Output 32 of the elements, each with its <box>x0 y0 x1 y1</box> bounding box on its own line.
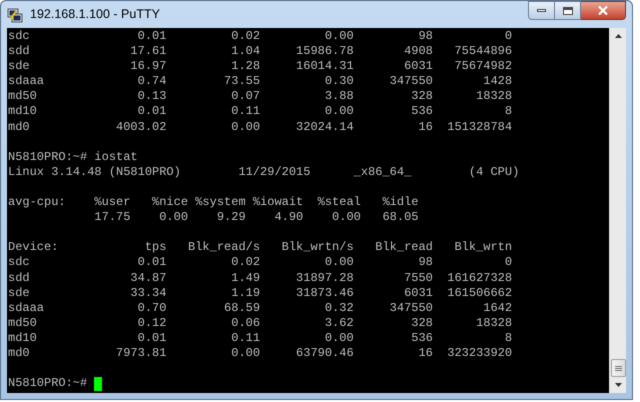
terminal-cursor <box>94 376 102 391</box>
terminal-prompt: N5810PRO:~# <box>8 376 88 392</box>
terminal-output-line: sdd 34.87 1.49 31897.28 7550 161627328 <box>8 270 512 284</box>
terminal-output-line: 17.75 0.00 9.29 4.90 0.00 68.05 <box>93 210 418 224</box>
terminal-output-line: md50 0.12 0.06 3.62 328 18328 <box>8 316 512 330</box>
scroll-up-icon[interactable] <box>614 34 622 38</box>
scroll-down-icon[interactable] <box>614 383 622 387</box>
terminal-output-line: Device: tps Blk_read/s Blk_wrtn/s Blk_read Blk_wrtn <box>8 240 512 254</box>
close-button[interactable] <box>581 1 626 20</box>
terminal-app-icon <box>7 6 23 22</box>
terminal-output-line: sdc 0.01 0.02 0.00 98 0 <box>8 29 512 43</box>
terminal-command-line: N5810PRO:~# iostat <box>8 150 138 164</box>
scrollbar-thumb[interactable] <box>610 359 626 377</box>
maximize-icon <box>562 6 572 14</box>
terminal-output-line: avg-cpu: %user %nice %system %iowait %steal %idle <box>8 195 418 210</box>
terminal-output-line: md50 0.13 0.07 3.88 328 18328 <box>8 89 512 104</box>
terminal-output-line: sdaaa 0.70 68.59 0.32 347550 1642 <box>8 300 512 315</box>
maximize-button[interactable] <box>555 1 581 20</box>
terminal-output-line: Linux 3.14.48 (N5810PRO) 11/29/2015 _x86_64_ (4 CPU) <box>8 164 520 179</box>
terminal-output-line: sdaaa 0.74 73.55 0.30 347550 1428 <box>8 74 512 88</box>
close-icon <box>598 6 608 15</box>
window-title: 192.168.1.100 - PuTTY <box>30 6 160 24</box>
terminal-output-line: md0 4003.02 0.00 32024.14 16 151328784 <box>8 120 512 134</box>
minimize-button[interactable] <box>528 1 555 20</box>
terminal-output-line: md10 0.01 0.11 0.00 536 8 <box>8 330 512 345</box>
terminal-output-line: sdc 0.01 0.02 0.00 98 0 <box>8 255 512 270</box>
minimize-icon <box>537 9 546 12</box>
terminal-output-line: sdd 17.61 1.04 15986.78 4908 75544896 <box>8 44 512 58</box>
terminal-output-line: md0 7973.81 0.00 63790.46 16 323233920 <box>8 346 512 360</box>
terminal-output-line: sde 16.97 1.28 16014.31 6031 75674982 <box>8 59 512 74</box>
terminal-output-line: md10 0.01 0.11 0.00 536 8 <box>8 104 512 118</box>
terminal-output-line: sde 33.34 1.19 31873.46 6031 161506662 <box>8 286 512 300</box>
